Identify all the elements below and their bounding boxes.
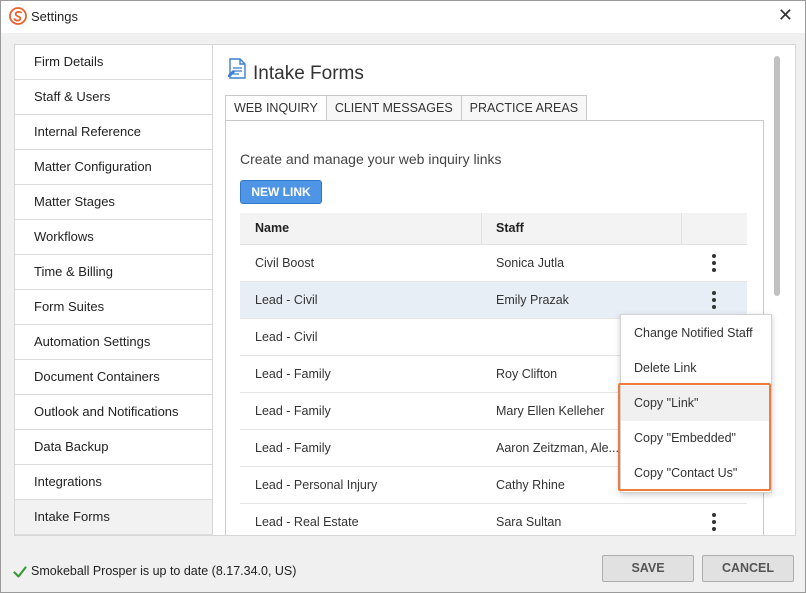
row-staff: Sonica Jutla [496, 256, 565, 270]
tab-web-inquiry[interactable]: WEB INQUIRY [225, 95, 327, 121]
menu-item-copy-embedded[interactable]: Copy "Embedded" [621, 421, 771, 456]
menu-item-delete-link[interactable]: Delete Link [621, 351, 771, 386]
row-staff: Sara Sultan [496, 515, 562, 529]
sidebar-item-intake-forms[interactable]: Intake Forms [15, 500, 213, 535]
sidebar-item-staff-users[interactable]: Staff & Users [15, 80, 213, 115]
row-name: Civil Boost [255, 256, 315, 270]
page-title: Intake Forms [253, 63, 364, 84]
row-name: Lead - Family [255, 404, 331, 418]
row-name: Lead - Civil [255, 293, 318, 307]
column-header-name[interactable]: Name [255, 213, 289, 244]
table-header: Name Staff [240, 213, 747, 245]
row-name: Lead - Family [255, 367, 331, 381]
menu-item-copy-contact-us[interactable]: Copy "Contact Us" [621, 456, 771, 491]
tab-client-messages[interactable]: CLIENT MESSAGES [325, 95, 462, 120]
row-staff: Aaron Zeitzman, Ale... [496, 441, 619, 455]
sidebar-item-integrations[interactable]: Integrations [15, 465, 213, 500]
update-status: Smokeball Prosper is up to date (8.17.34… [13, 564, 296, 579]
tab-bar: WEB INQUIRY CLIENT MESSAGES PRACTICE ARE… [225, 95, 588, 121]
kebab-menu-icon[interactable] [704, 253, 724, 273]
row-context-menu: Change Notified Staff Delete Link Copy "… [620, 314, 772, 493]
sidebar-item-workflows[interactable]: Workflows [15, 220, 213, 255]
sidebar-item-matter-configuration[interactable]: Matter Configuration [15, 150, 213, 185]
sidebar-item-data-backup[interactable]: Data Backup [15, 430, 213, 465]
column-divider [681, 213, 682, 244]
update-status-text: Smokeball Prosper is up to date (8.17.34… [31, 564, 297, 578]
row-staff: Emily Prazak [496, 293, 569, 307]
cancel-button[interactable]: CANCEL [702, 555, 794, 582]
close-icon[interactable]: ✕ [778, 6, 793, 24]
kebab-menu-icon[interactable] [704, 290, 724, 310]
table-row[interactable]: Lead - Real Estate Sara Sultan [240, 504, 747, 535]
form-document-icon [228, 58, 246, 79]
kebab-menu-icon[interactable] [704, 512, 724, 532]
check-icon [13, 566, 27, 578]
panel-description: Create and manage your web inquiry links [240, 151, 502, 167]
new-link-button[interactable]: NEW LINK [240, 180, 322, 204]
sidebar-item-form-suites[interactable]: Form Suites [15, 290, 213, 325]
row-name: Lead - Personal Injury [255, 478, 378, 492]
row-name: Lead - Civil [255, 330, 318, 344]
scrollbar-thumb[interactable] [774, 56, 780, 296]
settings-sidebar: Firm Details Staff & Users Internal Refe… [14, 44, 213, 536]
smokeball-logo-icon [9, 7, 27, 25]
sidebar-item-matter-stages[interactable]: Matter Stages [15, 185, 213, 220]
tab-practice-areas[interactable]: PRACTICE AREAS [460, 95, 588, 120]
sidebar-item-time-billing[interactable]: Time & Billing [15, 255, 213, 290]
row-staff: Roy Clifton [496, 367, 558, 381]
sidebar-item-outlook-notifications[interactable]: Outlook and Notifications [15, 395, 213, 430]
sidebar-item-document-containers[interactable]: Document Containers [15, 360, 213, 395]
sidebar-item-internal-reference[interactable]: Internal Reference [15, 115, 213, 150]
menu-item-change-notified-staff[interactable]: Change Notified Staff [621, 316, 771, 351]
column-divider [481, 213, 482, 244]
column-header-staff[interactable]: Staff [496, 213, 524, 244]
save-button[interactable]: SAVE [602, 555, 694, 582]
title-bar: Settings ✕ [1, 1, 805, 33]
sidebar-item-automation-settings[interactable]: Automation Settings [15, 325, 213, 360]
row-name: Lead - Real Estate [255, 515, 359, 529]
settings-window: Settings ✕ Firm Details Staff & Users In… [0, 0, 806, 593]
sidebar-item-firm-details[interactable]: Firm Details [15, 45, 213, 80]
window-title: Settings [31, 9, 78, 24]
row-staff: Mary Ellen Kelleher [496, 404, 605, 418]
menu-item-copy-link[interactable]: Copy "Link" [621, 386, 771, 421]
row-name: Lead - Family [255, 441, 331, 455]
row-staff: Cathy Rhine [496, 478, 565, 492]
table-row[interactable]: Civil Boost Sonica Jutla [240, 245, 747, 282]
vertical-scrollbar[interactable] [772, 56, 782, 531]
